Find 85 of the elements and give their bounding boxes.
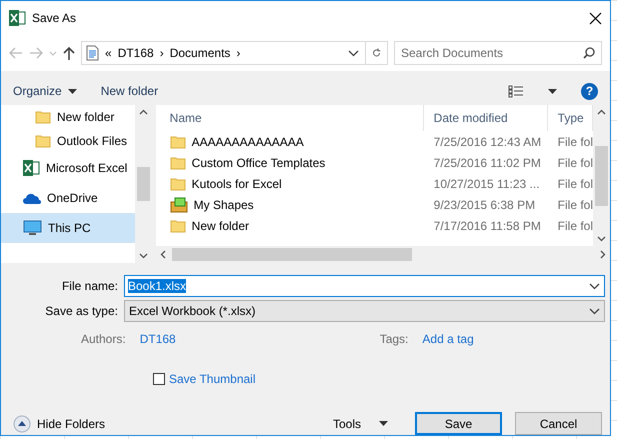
file-row[interactable]: My Shapes 9/23/2015 6:38 PM File fol xyxy=(156,194,593,215)
close-icon[interactable] xyxy=(589,12,602,24)
organize-menu[interactable]: Organize xyxy=(13,84,77,98)
shapes-folder-icon xyxy=(170,196,188,212)
dialog-button[interactable]: Cancel xyxy=(515,412,602,435)
cloud-icon xyxy=(23,192,41,204)
sidebar-item[interactable]: Outlook Files xyxy=(1,129,135,153)
file-name: New folder xyxy=(192,218,250,232)
document-icon xyxy=(86,45,99,61)
date-cell-text: 9/23/2015 6:38 PM xyxy=(432,198,536,212)
checkbox-label[interactable]: Save Thumbnail xyxy=(169,372,256,386)
horizontal-scrollbar[interactable] xyxy=(156,246,610,263)
sidebar-item[interactable]: OneDrive xyxy=(1,183,135,213)
chevron-down-icon xyxy=(589,308,600,314)
folder-icon xyxy=(170,156,186,170)
search-box[interactable]: Search Documents xyxy=(394,41,602,65)
scrollbar-thumb[interactable] xyxy=(136,167,150,201)
chevron-down-icon xyxy=(348,50,359,56)
file-name-field[interactable]: Book1.xlsx xyxy=(124,275,605,297)
scroll-down-icon[interactable] xyxy=(138,253,148,259)
file-row[interactable]: New folder 7/17/2016 11:58 PM File fol xyxy=(156,215,593,236)
overflow-mark[interactable]: « xyxy=(105,46,112,60)
file-name: My Shapes xyxy=(194,198,254,212)
field-label: Save as type: xyxy=(44,304,118,318)
breadcrumb[interactable]: Documents xyxy=(170,46,230,60)
file-name: Custom Office Templates xyxy=(192,156,326,170)
scroll-down-icon[interactable] xyxy=(597,236,606,242)
spreadsheet-icon xyxy=(23,160,40,176)
field-label: Tags: xyxy=(380,332,408,346)
file-name: Kutools for Excel xyxy=(192,176,282,190)
tools-menu[interactable]: Tools xyxy=(332,416,388,430)
address-bar[interactable]: « DT168 › Documents › xyxy=(81,41,388,65)
file-name: AAAAAAAAAAAAAA xyxy=(192,134,304,148)
hide-folders-button[interactable]: Hide Folders xyxy=(13,414,106,432)
folder-icon xyxy=(170,176,186,190)
type-cell-text: File fol xyxy=(556,156,593,170)
scroll-up-icon[interactable] xyxy=(597,109,606,115)
sidebar-item[interactable]: New folder xyxy=(1,105,135,129)
new-folder-button[interactable]: New folder xyxy=(100,84,158,98)
save-type-dropdown[interactable]: Excel Workbook (*.xlsx) xyxy=(124,300,605,322)
breadcrumb-separator: › xyxy=(160,46,164,60)
type-cell-text: File fol xyxy=(556,198,593,212)
type-cell-text: File fol xyxy=(556,134,593,148)
file-row[interactable]: Kutools for Excel 10/27/2015 11:23 ... File fol xyxy=(156,173,593,194)
date-cell-text: 7/25/2016 11:02 PM xyxy=(432,156,542,170)
scroll-right-icon[interactable] xyxy=(600,250,606,259)
type-cell-text: File fol xyxy=(556,218,593,232)
authors-link[interactable]: DT168 xyxy=(140,332,310,346)
folder-icon xyxy=(35,134,51,148)
scroll-up-icon[interactable] xyxy=(138,109,148,115)
breadcrumb[interactable]: DT168 xyxy=(118,46,154,60)
column-header[interactable]: Name xyxy=(156,105,424,131)
column-header[interactable]: Date modified xyxy=(424,105,548,131)
date-cell-text: 10/27/2015 11:23 ... xyxy=(432,176,541,190)
caret-icon xyxy=(68,88,77,94)
caret-icon xyxy=(379,421,388,426)
sidebar-item[interactable]: Microsoft Excel xyxy=(1,153,135,183)
view-list-icon[interactable] xyxy=(508,84,524,98)
type-cell-text: File fol xyxy=(556,176,593,190)
field-label: File name: xyxy=(60,279,118,293)
help-button[interactable]: ? xyxy=(581,82,598,100)
monitor-icon xyxy=(23,220,42,236)
file-row[interactable]: AAAAAAAAAAAAAA 7/25/2016 12:43 AM File fol xyxy=(156,131,593,152)
sidebar-item[interactable]: This PC xyxy=(1,213,135,243)
date-cell-text: 7/25/2016 12:43 AM xyxy=(432,134,542,148)
scrollbar-thumb[interactable] xyxy=(172,248,412,261)
folder-icon xyxy=(35,110,51,124)
folder-icon xyxy=(170,218,186,232)
tags-link[interactable]: Add a tag xyxy=(422,332,474,346)
folder-icon xyxy=(170,134,186,148)
date-cell-text: 7/17/2016 11:58 PM xyxy=(432,218,542,232)
scroll-left-icon[interactable] xyxy=(160,250,166,259)
field-label: Authors: xyxy=(81,332,126,346)
collapse-up-icon xyxy=(13,414,31,432)
up-arrow-icon[interactable] xyxy=(63,46,75,60)
scrollbar-thumb[interactable] xyxy=(595,146,608,206)
spreadsheet-icon xyxy=(9,10,26,26)
window-title: Save As xyxy=(32,11,78,25)
chevron-down-icon xyxy=(589,282,600,290)
search-icon xyxy=(583,47,595,59)
breadcrumb-separator: › xyxy=(236,46,240,60)
view-menu-caret-icon xyxy=(548,88,557,94)
file-row[interactable]: Custom Office Templates 7/25/2016 11:02 PM File fol xyxy=(156,152,593,173)
checkbox[interactable] xyxy=(153,373,165,385)
dialog-button[interactable]: Save xyxy=(415,412,502,435)
